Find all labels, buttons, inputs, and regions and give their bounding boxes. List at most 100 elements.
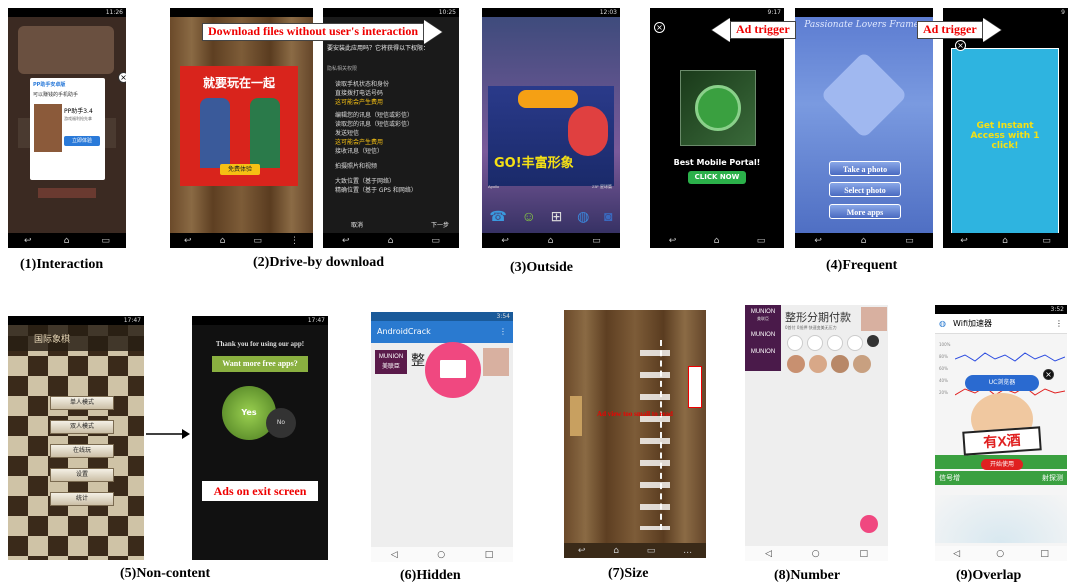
menu-icon[interactable]: ⋮ bbox=[290, 236, 299, 246]
y-label: 100% bbox=[939, 342, 951, 347]
back-icon[interactable]: ↩ bbox=[342, 236, 350, 246]
home-icon[interactable]: ○ bbox=[996, 549, 1004, 559]
home-icon[interactable]: ⌂ bbox=[64, 236, 70, 246]
home-icon[interactable]: ⌂ bbox=[1002, 236, 1008, 246]
no-button[interactable]: No bbox=[266, 408, 296, 438]
recents-icon[interactable]: ▭ bbox=[253, 236, 262, 246]
face-avatar[interactable] bbox=[831, 355, 849, 373]
back-icon[interactable]: ↩ bbox=[501, 236, 509, 246]
recents-icon[interactable]: ▭ bbox=[592, 236, 601, 246]
arrow-label: Ad trigger bbox=[730, 21, 796, 39]
messaging-icon[interactable]: ☺ bbox=[522, 208, 536, 225]
recents-icon[interactable]: ▭ bbox=[757, 236, 766, 246]
ad-card[interactable]: Get Instant Access with 1 click! bbox=[951, 48, 1059, 238]
face-avatar[interactable] bbox=[787, 355, 805, 373]
menu-settings[interactable]: 设置 bbox=[50, 468, 114, 482]
browser-icon[interactable]: ◍ bbox=[577, 208, 589, 225]
eye-icon[interactable] bbox=[787, 335, 803, 351]
close-icon[interactable]: × bbox=[118, 72, 126, 83]
back-icon[interactable]: ◁ bbox=[765, 549, 772, 559]
home-icon[interactable]: ○ bbox=[812, 549, 820, 559]
home-icon[interactable]: ⌂ bbox=[548, 236, 554, 246]
close-icon[interactable]: × bbox=[1043, 369, 1054, 380]
clown-image bbox=[568, 106, 608, 156]
face-row bbox=[787, 355, 871, 373]
menu-single-player[interactable]: 单人模式 bbox=[50, 396, 114, 410]
caption: (4)Frequent bbox=[826, 258, 898, 273]
face-avatar[interactable] bbox=[809, 355, 827, 373]
back-icon[interactable]: ◁ bbox=[953, 549, 960, 559]
overflow-menu-icon[interactable]: ⋮ bbox=[499, 321, 507, 343]
overflow-menu-icon[interactable]: ⋮ bbox=[1055, 314, 1063, 334]
overlay-ad[interactable]: UC浏览器 有X酒 开始使用 bbox=[957, 371, 1047, 481]
face-icon[interactable] bbox=[827, 335, 843, 351]
click-now-button[interactable]: CLICK NOW bbox=[688, 171, 746, 184]
nose-icon[interactable] bbox=[807, 335, 823, 351]
tiny-ad-view[interactable] bbox=[688, 366, 702, 408]
yes-button[interactable]: Yes bbox=[222, 386, 276, 440]
ad-face-image bbox=[483, 348, 509, 376]
email-button[interactable] bbox=[425, 342, 481, 398]
recents-icon[interactable]: □ bbox=[485, 550, 494, 560]
select-photo-button[interactable]: Select photo bbox=[829, 182, 901, 197]
banner-logo bbox=[518, 90, 578, 108]
back-icon[interactable]: ↩ bbox=[669, 236, 677, 246]
back-icon[interactable]: ↩ bbox=[24, 236, 32, 246]
menu-online[interactable]: 在线玩 bbox=[50, 444, 114, 458]
phone-icon[interactable]: ☎ bbox=[489, 208, 506, 225]
close-icon[interactable] bbox=[867, 335, 879, 347]
cancel-button[interactable]: 取消 bbox=[351, 220, 363, 229]
portal-circle-icon bbox=[695, 85, 741, 131]
ad-banner[interactable]: GO!丰富形象 bbox=[488, 86, 614, 186]
back-icon[interactable]: ◁ bbox=[391, 550, 398, 560]
start-using-button[interactable]: 开始使用 bbox=[981, 459, 1023, 470]
back-icon[interactable]: ↩ bbox=[960, 236, 968, 246]
try-now-button[interactable]: 立即体验 bbox=[64, 136, 100, 146]
ad-app-name: PP助手3.4 bbox=[64, 108, 93, 115]
home-icon[interactable]: ○ bbox=[437, 550, 445, 560]
home-icon[interactable]: ⌂ bbox=[388, 236, 394, 246]
ad-brand-logo[interactable]: MUNION 美联臣 bbox=[375, 350, 407, 374]
ad-partial-text: 整 bbox=[411, 352, 425, 368]
menu-two-player[interactable]: 双人模式 bbox=[50, 420, 114, 434]
back-icon[interactable]: ↩ bbox=[578, 546, 586, 556]
app-title: Wifi加速器 bbox=[953, 319, 992, 328]
home-icon[interactable]: ⌂ bbox=[220, 236, 226, 246]
more-apps-button[interactable]: Want more free apps? bbox=[212, 356, 308, 372]
face-avatar[interactable] bbox=[853, 355, 871, 373]
caption: (2)Drive-by download bbox=[253, 255, 385, 270]
camera-icon[interactable]: ◙ bbox=[604, 208, 612, 225]
apps-icon[interactable]: ⊞ bbox=[551, 208, 563, 225]
recents-icon[interactable]: □ bbox=[1040, 549, 1049, 559]
more-apps-button[interactable]: More apps bbox=[829, 204, 901, 219]
ad-popup[interactable]: PP助手安卓版 可以赚钱的手机助手 PP助手3.4 游戏福利抢先拿 立即体验 bbox=[30, 78, 105, 180]
next-button[interactable]: 下一步 bbox=[431, 220, 449, 229]
back-icon[interactable]: ↩ bbox=[814, 236, 822, 246]
arrow-label: Download files without user's interactio… bbox=[202, 23, 424, 41]
recents-icon[interactable]: ▭ bbox=[101, 236, 110, 246]
free-trial-button[interactable]: 免费体验 bbox=[220, 164, 260, 175]
fab-button[interactable] bbox=[860, 515, 878, 533]
take-photo-button[interactable]: Take a photo bbox=[829, 161, 901, 176]
recents-icon[interactable]: □ bbox=[860, 549, 869, 559]
menu-icon[interactable]: … bbox=[683, 546, 692, 556]
arrow-label: Ad trigger bbox=[917, 21, 983, 39]
nav-bar: ↩ ⌂ ▭ bbox=[650, 233, 784, 248]
recents-icon[interactable]: ▭ bbox=[431, 236, 440, 246]
recents-icon[interactable]: ▭ bbox=[1042, 236, 1051, 246]
recents-icon[interactable]: ▭ bbox=[647, 546, 656, 556]
cloud-area bbox=[935, 495, 1067, 543]
caption: (1)Interaction bbox=[20, 257, 104, 272]
permission-item: 精确位置（基于 GPS 和网络） bbox=[335, 187, 417, 194]
home-icon[interactable]: ⌂ bbox=[714, 236, 720, 246]
close-icon[interactable]: × bbox=[654, 22, 665, 33]
wifi-globe-icon: ◍ bbox=[939, 319, 946, 328]
home-icon[interactable]: ⌂ bbox=[861, 236, 867, 246]
ad-banner[interactable]: 就要玩在一起 免费体验 bbox=[180, 66, 298, 186]
menu-stats[interactable]: 统计 bbox=[50, 492, 114, 506]
home-icon[interactable]: ⌂ bbox=[613, 546, 619, 556]
label-right: 23F 星球篇 bbox=[591, 184, 612, 189]
recents-icon[interactable]: ▭ bbox=[905, 236, 914, 246]
lip-icon[interactable] bbox=[847, 335, 863, 351]
back-icon[interactable]: ↩ bbox=[184, 236, 192, 246]
